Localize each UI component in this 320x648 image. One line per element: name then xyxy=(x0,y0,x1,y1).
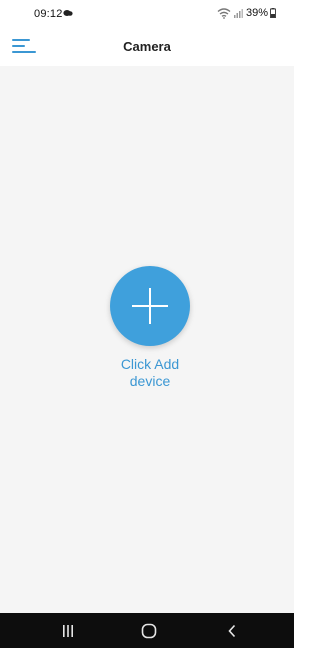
app-header: Camera xyxy=(0,26,294,66)
back-button[interactable] xyxy=(212,619,252,643)
page-title: Camera xyxy=(123,39,171,54)
battery-percent: 39% xyxy=(245,7,268,19)
message-notification-icon xyxy=(63,10,73,16)
status-bar: 09:12 39% xyxy=(0,0,294,26)
system-nav-bar xyxy=(0,613,294,648)
plus-icon xyxy=(132,288,168,324)
home-icon xyxy=(141,623,157,639)
add-device-label[interactable]: Click Add device xyxy=(97,356,203,390)
battery-icon xyxy=(270,8,276,18)
app-screen: 09:12 39% Camera Click Add device xyxy=(0,0,294,648)
status-time: 09:12 xyxy=(34,8,63,20)
add-device-button[interactable] xyxy=(110,266,190,346)
main-content: Click Add device xyxy=(0,66,294,613)
recent-apps-icon xyxy=(63,625,73,637)
status-indicators: 39% xyxy=(217,7,276,19)
signal-icon xyxy=(233,9,243,18)
wifi-icon xyxy=(217,7,231,19)
home-button[interactable] xyxy=(129,619,169,643)
recent-apps-button[interactable] xyxy=(48,619,88,643)
back-icon xyxy=(228,624,236,638)
